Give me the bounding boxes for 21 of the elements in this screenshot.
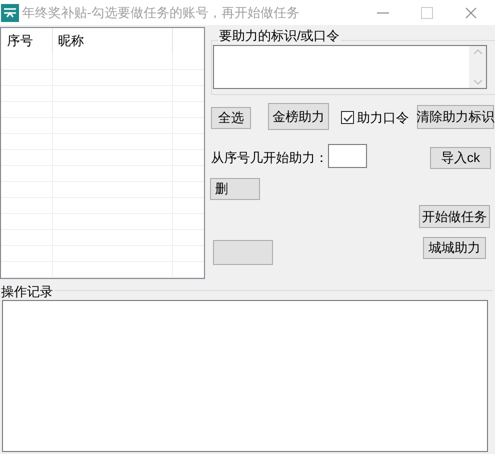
start-index-label: 从序号几开始助力： (211, 149, 328, 167)
scroll-down-icon[interactable] (474, 80, 482, 85)
delete-button[interactable]: 删 (210, 178, 260, 200)
option-checkbox[interactable]: 助力口令 (341, 108, 409, 128)
action-button[interactable]: 清除助力标识 (417, 105, 494, 129)
start-button[interactable]: 开始做任务 (419, 205, 490, 228)
token-field[interactable] (213, 45, 487, 89)
maximize-icon[interactable] (421, 6, 433, 18)
log-area[interactable] (2, 300, 488, 452)
import-button[interactable]: 导入ck (430, 147, 491, 169)
blank-button[interactable] (213, 240, 273, 265)
column-header[interactable]: 昵称 (53, 28, 173, 54)
window-title: 年终奖补贴-勾选要做任务的账号，再开始做任务 (22, 4, 300, 22)
city-button[interactable]: 城城助力 (423, 237, 486, 259)
scroll-up-icon[interactable] (474, 49, 482, 54)
start-index-field[interactable] (328, 144, 367, 168)
action-button[interactable]: 金榜助力 (268, 103, 329, 130)
check-icon (342, 112, 352, 123)
column-header[interactable]: 序号 (1, 28, 53, 54)
action-button[interactable]: 全选 (211, 107, 251, 129)
close-icon[interactable] (465, 6, 477, 18)
